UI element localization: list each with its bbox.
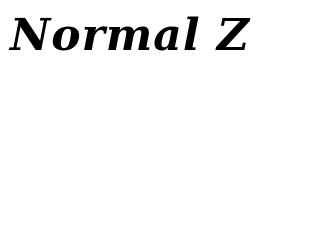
font-preview-text: Normal Z bbox=[10, 10, 250, 61]
font-preview-canvas: Normal Z bbox=[0, 0, 300, 210]
